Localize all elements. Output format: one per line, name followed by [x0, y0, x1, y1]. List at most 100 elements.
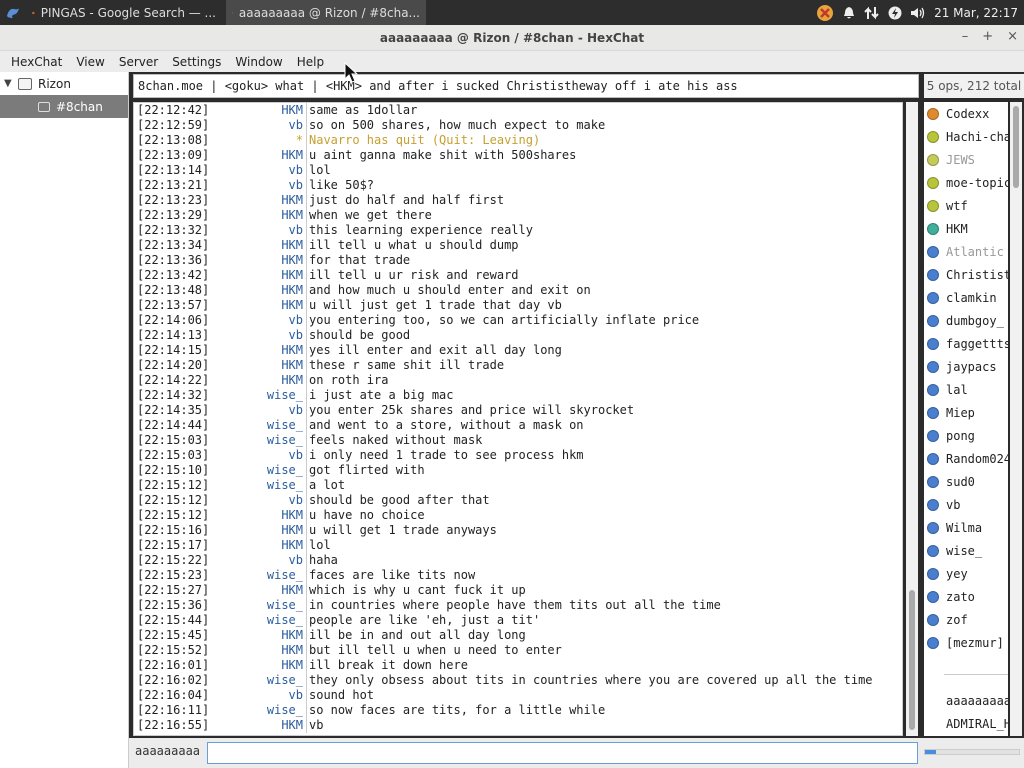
chat-nick[interactable]: HKM [214, 253, 303, 268]
user-list-item[interactable]: vb [924, 493, 1008, 516]
chat-nick[interactable]: HKM [214, 238, 303, 253]
tree-server-rizon[interactable]: ▼ Rizon [0, 72, 128, 95]
user-list-item[interactable]: lal [924, 378, 1008, 401]
chat-nick[interactable]: vb [214, 688, 303, 703]
userlist-scrollbar[interactable] [1010, 102, 1022, 736]
chat-nick[interactable]: HKM [214, 298, 303, 313]
user-list-item[interactable]: faggettts [924, 332, 1008, 355]
user-list-item[interactable]: HKM [924, 217, 1008, 240]
user-list-item[interactable]: [mezmur] [924, 631, 1008, 654]
network-icon[interactable] [864, 6, 880, 20]
chat-nick[interactable]: wise_ [214, 598, 303, 613]
chat-nick[interactable]: vb [214, 553, 303, 568]
user-list-item[interactable]: Codexx [924, 102, 1008, 125]
chat-nick[interactable]: HKM [214, 343, 303, 358]
chat-nick[interactable]: HKM [214, 373, 303, 388]
user-list-item[interactable]: clamkin [924, 286, 1008, 309]
menu-hexchat[interactable]: HexChat [4, 55, 69, 69]
hexchat-tray-icon[interactable] [816, 4, 834, 22]
user-list-item[interactable]: jaypacs [924, 355, 1008, 378]
tree-channel-8chan[interactable]: #8chan [0, 95, 128, 118]
chat-nick[interactable]: vb [214, 493, 303, 508]
user-list-item[interactable]: JEWS [924, 148, 1008, 171]
user-list-item[interactable]: zof [924, 608, 1008, 631]
user-list-item[interactable]: Atlantic [924, 240, 1008, 263]
user-list-item[interactable]: Miep [924, 401, 1008, 424]
user-list-item[interactable]: wtf [924, 194, 1008, 217]
power-icon[interactable] [888, 6, 902, 20]
nick-button[interactable]: aaaaaaaaa [135, 744, 200, 758]
chat-nick[interactable]: vb [214, 163, 303, 178]
chat-nick[interactable]: vb [214, 448, 303, 463]
chat-nick[interactable]: wise_ [214, 418, 303, 433]
chat-nick[interactable]: HKM [214, 103, 303, 118]
notification-bell-icon[interactable] [842, 6, 856, 20]
volume-icon[interactable] [910, 6, 926, 20]
maximize-icon[interactable]: + [982, 29, 993, 44]
chat-nick[interactable]: wise_ [214, 568, 303, 583]
chat-scroll-thumb[interactable] [909, 590, 915, 730]
menu-server[interactable]: Server [112, 55, 165, 69]
chat-nick[interactable]: HKM [214, 148, 303, 163]
chat-nick[interactable]: HKM [214, 193, 303, 208]
userlist-scroll-thumb[interactable] [1013, 106, 1019, 188]
tree-server-label: Rizon [38, 76, 71, 91]
chat-nick[interactable]: wise_ [214, 613, 303, 628]
user-list-item[interactable]: Wilma [924, 516, 1008, 539]
menu-window[interactable]: Window [228, 55, 289, 69]
user-list-item[interactable]: yey [924, 562, 1008, 585]
chat-nick[interactable]: wise_ [214, 673, 303, 688]
user-list-item[interactable]: zato [924, 585, 1008, 608]
chat-nick[interactable]: wise_ [214, 478, 303, 493]
user-list[interactable]: Codexx Hachi-cha JEWS moe-topic wtf HKM Atlant… [924, 102, 1008, 736]
chat-nick[interactable]: HKM [214, 643, 303, 658]
window-titlebar[interactable]: aaaaaaaaa @ Rizon / #8chan - HexChat – +… [0, 25, 1024, 51]
chat-nick[interactable]: vb [214, 403, 303, 418]
user-list-extra-item[interactable]: aaaaaaaaa [924, 689, 1008, 712]
task-firefox[interactable]: PINGAS - Google Search — ... [26, 0, 222, 25]
chat-nick[interactable]: wise_ [214, 433, 303, 448]
user-list-item[interactable]: Hachi-cha [924, 125, 1008, 148]
chat-nick[interactable]: HKM [214, 718, 303, 733]
message-input[interactable] [207, 742, 918, 764]
start-menu-button[interactable] [0, 0, 26, 25]
chat-nick[interactable]: vb [214, 118, 303, 133]
chat-nick[interactable]: HKM [214, 538, 303, 553]
chat-scrollbar[interactable] [906, 102, 918, 736]
chat-nick[interactable]: HKM [214, 658, 303, 673]
chat-nick[interactable]: wise_ [214, 703, 303, 718]
chat-nick[interactable]: vb [214, 328, 303, 343]
clock[interactable]: 21 Mar, 22:17 [934, 6, 1018, 20]
expand-arrow-icon[interactable]: ▼ [4, 78, 18, 89]
chat-nick[interactable]: vb [214, 313, 303, 328]
chat-nick[interactable]: * [214, 133, 303, 148]
user-list-item[interactable]: Christist [924, 263, 1008, 286]
chat-nick[interactable]: HKM [214, 208, 303, 223]
chat-log[interactable]: [22:12:42] HKM same as 1dollar [22:12:59] vb… [133, 102, 903, 736]
user-list-item[interactable]: sud0 [924, 470, 1008, 493]
chat-nick[interactable]: HKM [214, 628, 303, 643]
chat-nick[interactable]: vb [214, 223, 303, 238]
menu-settings[interactable]: Settings [165, 55, 228, 69]
topic-bar[interactable]: 8chan.moe | <goku> what | <HKM> and afte… [133, 74, 919, 98]
user-list-item[interactable]: moe-topic [924, 171, 1008, 194]
chat-nick[interactable]: HKM [214, 508, 303, 523]
chat-nick[interactable]: vb [214, 178, 303, 193]
user-list-extra-item[interactable]: ADMIRAL_H [924, 712, 1008, 735]
user-list-item[interactable]: pong [924, 424, 1008, 447]
user-list-item[interactable]: dumbgoy_ [924, 309, 1008, 332]
menu-help[interactable]: Help [290, 55, 331, 69]
chat-nick[interactable]: HKM [214, 523, 303, 538]
chat-nick[interactable]: HKM [214, 358, 303, 373]
task-hexchat[interactable]: aaaaaaaaa @ Rizon / #8cha... [226, 0, 426, 25]
menu-view[interactable]: View [69, 55, 111, 69]
user-list-item[interactable]: wise_ [924, 539, 1008, 562]
chat-nick[interactable]: wise_ [214, 388, 303, 403]
chat-nick[interactable]: HKM [214, 583, 303, 598]
chat-nick[interactable]: HKM [214, 283, 303, 298]
chat-nick[interactable]: wise_ [214, 463, 303, 478]
chat-nick[interactable]: HKM [214, 268, 303, 283]
user-list-item[interactable]: Random024 [924, 447, 1008, 470]
close-icon[interactable]: × [1007, 29, 1018, 44]
minimize-icon[interactable]: – [962, 29, 969, 44]
